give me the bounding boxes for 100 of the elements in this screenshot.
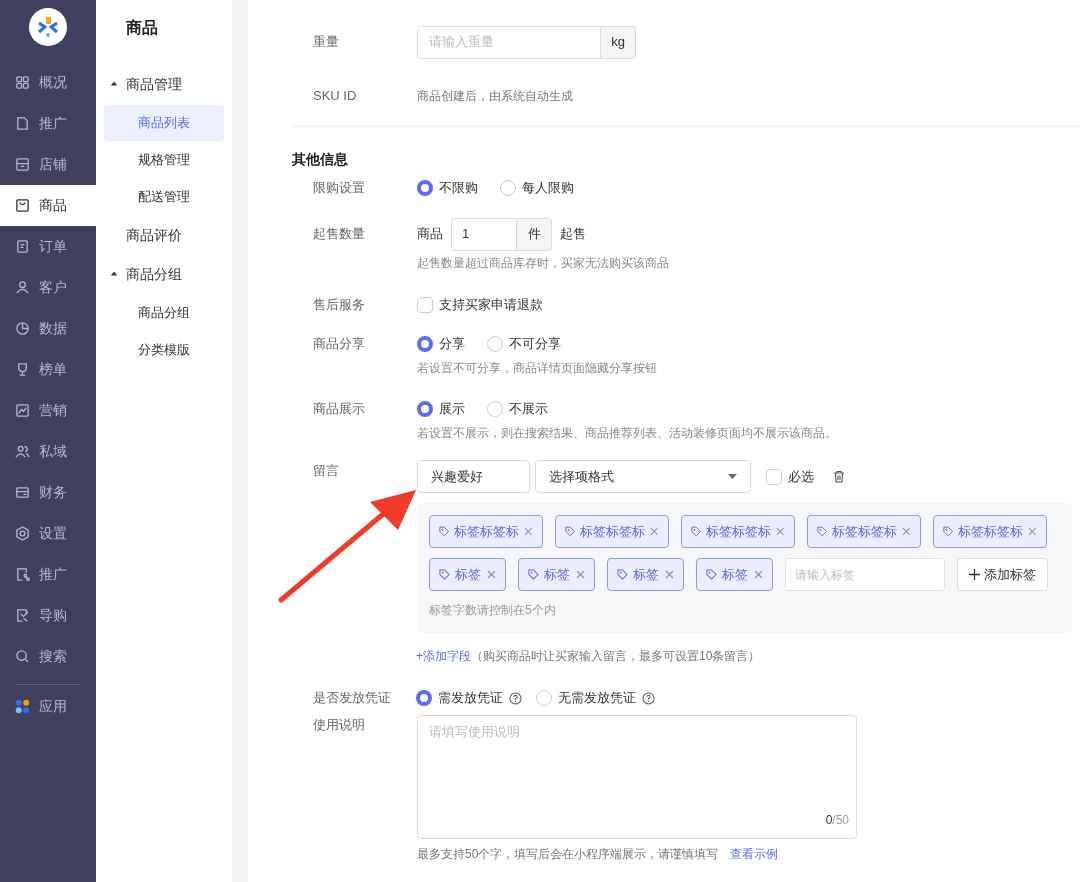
close-icon[interactable] <box>1028 527 1037 536</box>
field-label: 商品分享 <box>313 335 366 354</box>
nav-item[interactable]: 私域 <box>0 431 96 472</box>
hint-text: （购买商品时让买家输入留言，最多可设置10条留言） <box>471 648 761 665</box>
close-icon[interactable] <box>650 527 659 536</box>
wallet-icon <box>15 485 30 500</box>
close-icon[interactable] <box>524 527 533 536</box>
plus-icon <box>969 569 980 580</box>
submenu-item[interactable]: 商品分组 <box>104 295 224 331</box>
weight-field[interactable]: 请输入重量 <box>417 25 601 59</box>
caret-icon <box>110 80 118 88</box>
nav-item[interactable]: 财务 <box>0 472 96 513</box>
tag-icon <box>565 526 576 537</box>
nav-item[interactable]: 店铺 <box>0 144 96 185</box>
field-label: 使用说明 <box>313 716 366 734</box>
grid-icon <box>15 75 30 90</box>
tag-icon <box>691 526 702 537</box>
radio-button[interactable] <box>417 180 433 196</box>
nav-item[interactable]: 推广 <box>0 103 96 144</box>
checkbox-option[interactable]: 必选 <box>766 466 814 487</box>
radio-button[interactable] <box>417 401 433 417</box>
tag-icon <box>817 526 828 537</box>
nav-item[interactable]: 数据 <box>0 308 96 349</box>
radio-option[interactable]: 展示 <box>417 399 465 419</box>
trash-icon[interactable] <box>833 470 845 483</box>
submenu-item[interactable]: 配送管理 <box>104 179 224 215</box>
hint-text: 若设置不展示，则在搜索结果、商品推荐列表、活动装修页面均不展示该商品。 <box>417 425 838 442</box>
document-icon <box>15 116 30 131</box>
nav-item[interactable]: 商品 <box>0 185 96 226</box>
field-label: 留言 <box>313 462 340 480</box>
radio-option[interactable]: 不可分享 <box>487 334 561 354</box>
search-icon <box>15 649 30 664</box>
trophy-icon <box>15 362 30 377</box>
radio-option[interactable]: 每人限购 <box>500 178 574 198</box>
tag-icon <box>439 526 450 537</box>
tag-chip: 标签 <box>696 558 773 591</box>
checkbox-option[interactable]: 支持买家申请退款 <box>417 295 543 315</box>
radio-button[interactable] <box>416 690 432 706</box>
add-field-link[interactable]: +添加字段 <box>416 647 471 665</box>
tag-icon <box>528 569 539 580</box>
nav-item[interactable]: 应用 <box>0 692 96 720</box>
user-icon <box>15 280 30 295</box>
share-document-icon <box>15 567 30 582</box>
name-field[interactable]: 兴趣爱好 <box>417 460 530 493</box>
radio-option[interactable]: 无需发放凭证 <box>536 688 636 708</box>
radio-option[interactable]: 不限购 <box>417 178 478 198</box>
box-icon <box>15 198 30 213</box>
submenu-title: 商品 <box>125 18 159 38</box>
submenu-group[interactable]: 商品管理 <box>104 64 224 104</box>
quantity-field[interactable]: 1 <box>451 217 517 251</box>
close-icon[interactable] <box>665 570 674 579</box>
submenu-item[interactable]: 商品列表 <box>104 105 224 141</box>
sku-note: 商品创建后，由系统自动生成 <box>417 88 573 105</box>
nav-item[interactable]: 推广 <box>0 554 96 595</box>
field-label: 是否发放凭证 <box>313 689 392 708</box>
field-label: SKU ID <box>313 87 358 106</box>
hint-text: 最多支持50个字，填写后会在小程序端展示，请谨慎填写 <box>417 846 719 863</box>
checkbox[interactable] <box>766 468 782 485</box>
logo-icon <box>29 8 67 46</box>
close-icon[interactable] <box>776 527 785 536</box>
close-icon[interactable] <box>576 570 585 579</box>
character-counter: 0/50 <box>825 812 849 829</box>
hint-text: 起售数量超过商品库存时，买家无法购买该商品 <box>417 255 670 272</box>
store-icon <box>15 157 30 172</box>
nav-item[interactable]: 客户 <box>0 267 96 308</box>
format-dropdown[interactable]: 选择项格式 <box>535 460 751 493</box>
clipboard-icon <box>15 239 30 254</box>
nav-item[interactable]: 订单 <box>0 226 96 267</box>
radio-option[interactable]: 需发放凭证 <box>416 688 503 708</box>
nav-item[interactable]: 设置 <box>0 513 96 554</box>
submenu-item[interactable]: 分类模版 <box>104 332 224 368</box>
help-icon[interactable] <box>642 691 655 705</box>
tag-icon <box>943 526 954 537</box>
checkbox[interactable] <box>417 297 433 313</box>
tag-chip: 标签 <box>429 558 506 591</box>
example-link[interactable]: 查看示例 <box>730 845 779 863</box>
close-icon[interactable] <box>902 527 911 536</box>
checklist-icon <box>15 608 30 623</box>
nav-item[interactable]: 搜索 <box>0 636 96 677</box>
radio-option[interactable]: 分享 <box>417 334 465 354</box>
close-icon[interactable] <box>487 570 496 579</box>
nav-item[interactable]: 营销 <box>0 390 96 431</box>
radio-button[interactable] <box>417 336 433 352</box>
tag-input-field[interactable]: 请输入标签 <box>785 558 945 591</box>
field-label: 重量 <box>313 33 340 52</box>
nav-item[interactable]: 榜单 <box>0 349 96 390</box>
tag-chip: 标签标签标 <box>429 515 543 548</box>
field-label: 售后服务 <box>313 296 366 315</box>
field-prefix: 商品 <box>417 225 443 244</box>
add-tag-button[interactable]: 添加标签 <box>957 558 1048 591</box>
help-icon[interactable] <box>509 691 522 705</box>
nav-item[interactable]: 导购 <box>0 595 96 636</box>
close-icon[interactable] <box>754 570 763 579</box>
unit-label: 件 <box>517 217 552 251</box>
submenu-item[interactable]: 商品评价 <box>104 216 224 254</box>
nav-item[interactable]: 概况 <box>0 62 96 103</box>
submenu-item[interactable]: 规格管理 <box>104 142 224 178</box>
submenu-group[interactable]: 商品分组 <box>104 254 224 294</box>
unit-label: kg <box>601 25 636 59</box>
radio-option[interactable]: 不展示 <box>487 399 548 419</box>
